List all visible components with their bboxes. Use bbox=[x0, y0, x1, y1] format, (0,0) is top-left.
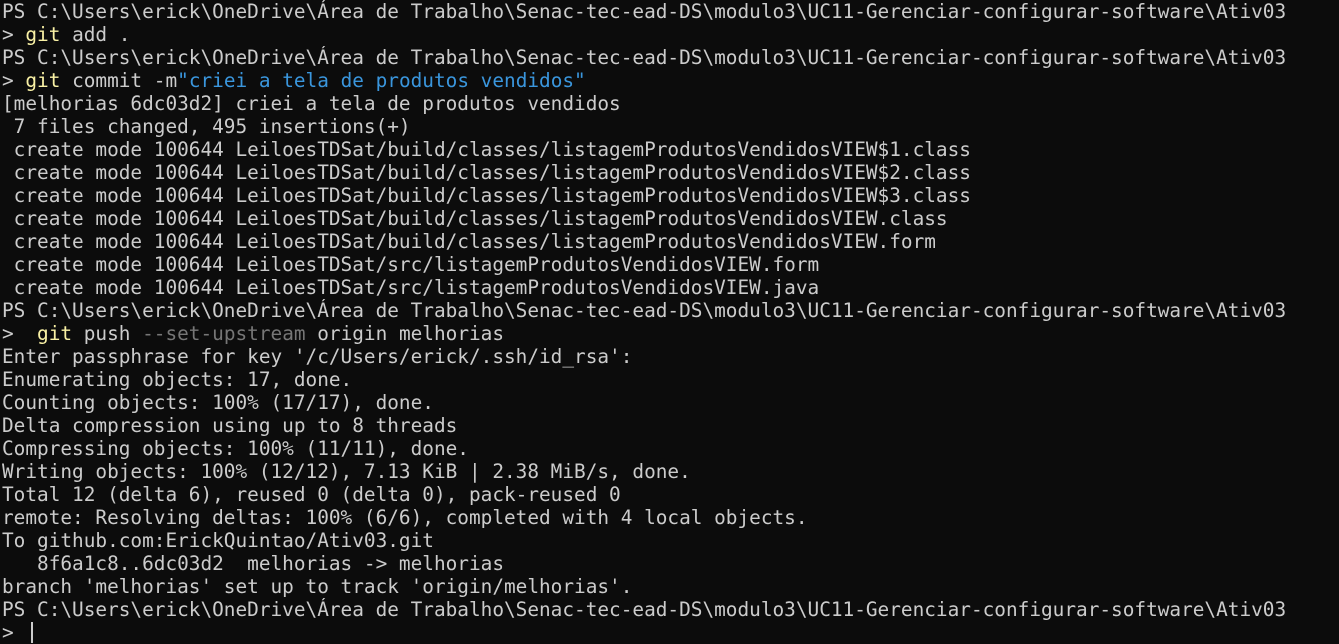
output-line: create mode 100644 LeiloesTDSat/build/cl… bbox=[2, 230, 936, 253]
prompt-symbol: > bbox=[2, 23, 26, 46]
output-line: branch 'melhorias' set up to track 'orig… bbox=[2, 575, 633, 598]
output-line: create mode 100644 LeiloesTDSat/build/cl… bbox=[2, 184, 971, 207]
output-line: Delta compression using up to 8 threads bbox=[2, 414, 458, 437]
output-line: Compressing objects: 100% (11/11), done. bbox=[2, 437, 469, 460]
command-name: git bbox=[25, 23, 61, 46]
terminal-window[interactable]: PS C:\Users\erick\OneDrive\Área de Traba… bbox=[0, 0, 1339, 644]
text-cursor[interactable] bbox=[31, 622, 34, 643]
command-line-git-commit: > git commit -m"criei a tela de produtos… bbox=[2, 69, 1339, 92]
output-line: create mode 100644 LeiloesTDSat/src/list… bbox=[2, 276, 820, 299]
output-line: create mode 100644 LeiloesTDSat/build/cl… bbox=[2, 138, 971, 161]
prompt-symbol: > bbox=[2, 322, 38, 345]
prompt-symbol: > bbox=[2, 621, 26, 644]
output-line: create mode 100644 LeiloesTDSat/build/cl… bbox=[2, 161, 971, 184]
output-line: Counting objects: 100% (17/17), done. bbox=[2, 391, 434, 414]
command-args: add . bbox=[60, 23, 131, 46]
command-name: git bbox=[37, 322, 73, 345]
command-args: origin melhorias bbox=[305, 322, 505, 345]
output-line: Writing objects: 100% (12/12), 7.13 KiB … bbox=[2, 460, 691, 483]
command-string-arg: "criei a tela de produtos vendidos" bbox=[177, 69, 586, 92]
output-line: 8f6a1c8..6dc03d2 melhorias -> melhorias bbox=[2, 552, 504, 575]
output-line: Total 12 (delta 6), reused 0 (delta 0), … bbox=[2, 483, 621, 506]
command-args: push bbox=[72, 322, 143, 345]
command-name: git bbox=[25, 69, 61, 92]
output-line: remote: Resolving deltas: 100% (6/6), co… bbox=[2, 506, 808, 529]
input-line[interactable]: > bbox=[2, 621, 1339, 644]
output-line: Enter passphrase for key '/c/Users/erick… bbox=[2, 345, 633, 368]
prompt-line: PS C:\Users\erick\OneDrive\Área de Traba… bbox=[2, 299, 1287, 322]
output-line: Enumerating objects: 17, done. bbox=[2, 368, 353, 391]
prompt-line: PS C:\Users\erick\OneDrive\Área de Traba… bbox=[2, 46, 1287, 69]
prompt-symbol: > bbox=[2, 69, 26, 92]
prompt-line: PS C:\Users\erick\OneDrive\Área de Traba… bbox=[2, 598, 1287, 621]
output-line: create mode 100644 LeiloesTDSat/build/cl… bbox=[2, 207, 948, 230]
command-line-git-add: > git add . bbox=[2, 23, 1339, 46]
prompt-line: PS C:\Users\erick\OneDrive\Área de Traba… bbox=[2, 0, 1287, 23]
output-line: [melhorias 6dc03d2] criei a tela de prod… bbox=[2, 92, 621, 115]
output-line: To github.com:ErickQuintao/Ativ03.git bbox=[2, 529, 434, 552]
command-args: commit -m bbox=[60, 69, 178, 92]
command-flag: --set-upstream bbox=[142, 322, 306, 345]
output-line: create mode 100644 LeiloesTDSat/src/list… bbox=[2, 253, 820, 276]
command-line-git-push: > git push --set-upstream origin melhori… bbox=[2, 322, 1339, 345]
output-line: 7 files changed, 495 insertions(+) bbox=[2, 115, 411, 138]
